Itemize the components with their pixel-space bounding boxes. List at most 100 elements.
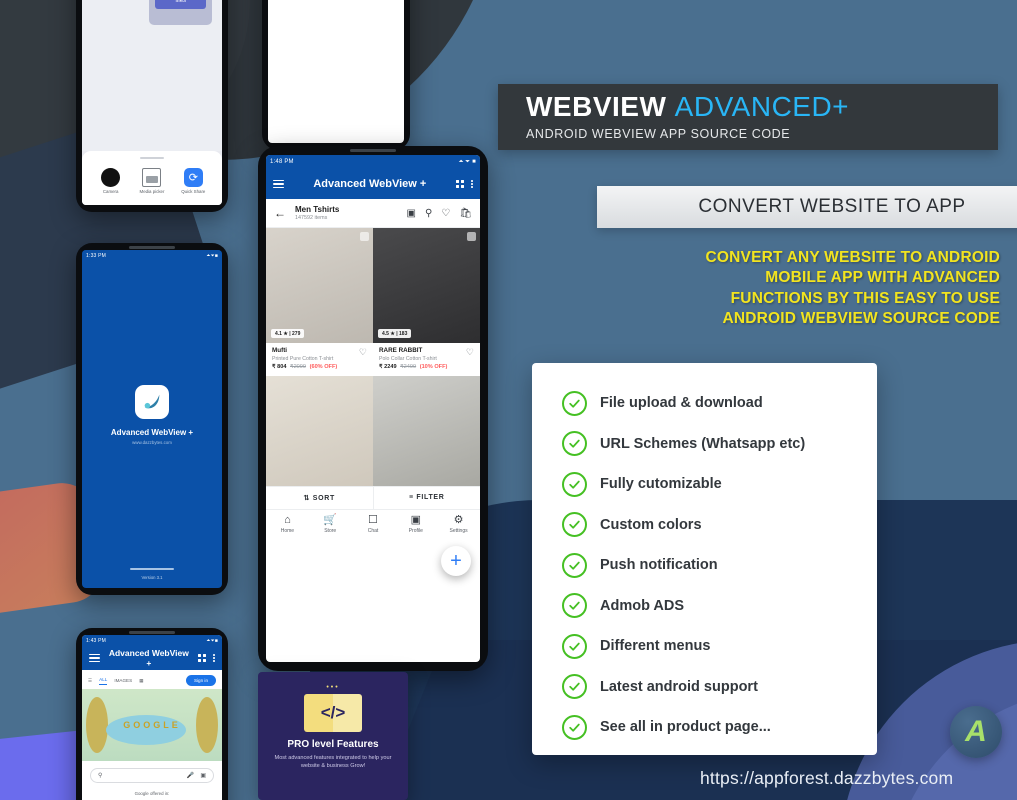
mic-icon[interactable]: 🎤	[187, 772, 194, 779]
product-info: ♡ Mufti Printed Pure Cotton T-shirt ₹ 80…	[266, 343, 373, 376]
promo-banner: Type here to Add files Camera Media pick…	[0, 0, 1017, 800]
search-icon[interactable]: ⚲	[425, 208, 432, 219]
file-source-quick-share[interactable]: ⟳ Quick Share	[175, 168, 211, 195]
open-with-sheet: Open with ✕ ✆ WhatsApp B WhatsApp Bus...	[268, 0, 404, 143]
leaf-decor-icon	[86, 697, 108, 753]
feature-item: See all in product page...	[562, 707, 877, 748]
status-icons: ⏶⏷■	[206, 637, 218, 644]
hamburger-icon[interactable]	[89, 652, 100, 664]
file-source-camera[interactable]: Camera	[93, 168, 129, 195]
overflow-menu-icon[interactable]	[213, 654, 215, 662]
filter-button[interactable]: ≡ FILTER	[374, 487, 481, 509]
feature-item: Different menus	[562, 626, 877, 667]
nav-item-profile[interactable]: ▣ Profile	[394, 514, 437, 534]
download-screen: Download Download ⬇ Open with ✕ ✆ WhatsA…	[268, 0, 404, 143]
check-circle-icon	[562, 633, 587, 659]
google-offered-in: Google offered in:	[134, 791, 170, 796]
rating-count: 183	[399, 330, 408, 337]
google-doodle[interactable]: GOOGLE	[82, 689, 222, 761]
feature-label: Custom colors	[600, 516, 702, 533]
product-image[interactable]: 4.1 ★ | 279	[266, 228, 373, 343]
image-badge-icon	[360, 232, 369, 241]
wishlist-icon[interactable]: ♡	[441, 208, 450, 219]
grid-menu-icon[interactable]	[455, 179, 465, 189]
feature-item: File upload & download	[562, 383, 877, 424]
phone-mockup-download: Download Download ⬇ Open with ✕ ✆ WhatsA…	[262, 0, 410, 150]
sheet-handle[interactable]	[140, 157, 164, 160]
doodle-letters: GOOGLE	[123, 720, 181, 730]
splash-app-url: www.dazzbytes.com	[132, 439, 172, 445]
phone-mockup-main: 1:48 PM ⏶ ⏷ ■ Advanced WebView + ← Men T…	[258, 146, 488, 671]
nav-item-home[interactable]: ⌂ Home	[266, 513, 309, 534]
website-url[interactable]: https://appforest.dazzbytes.com	[700, 768, 953, 789]
status-time: 1:43 PM	[86, 637, 107, 644]
tab-all[interactable]: ALL	[99, 677, 108, 685]
lens-icon[interactable]: ▣	[200, 772, 206, 779]
splash-screen: 1:33 PM ⏶⏷■ Advanced WebView + www.dazzb…	[82, 250, 222, 588]
product-subtitle: ANDROID WEBVIEW APP SOURCE CODE	[526, 127, 791, 141]
feature-item: URL Schemes (Whatsapp etc)	[562, 424, 877, 465]
grid-menu-icon[interactable]	[197, 653, 207, 663]
image-badge-icon	[467, 232, 476, 241]
file-source-media-picker[interactable]: Media picker	[134, 168, 170, 195]
app-bar: Advanced WebView +	[266, 169, 480, 199]
hamburger-icon[interactable]	[273, 178, 284, 190]
add-files-button[interactable]: Add files	[155, 0, 206, 9]
check-circle-icon	[562, 471, 587, 497]
sort-button[interactable]: ⇅ SORT	[266, 486, 374, 509]
wishlist-icon[interactable]: ♡	[359, 347, 367, 358]
file-source-sheet: Camera Media picker ⟳ Quick Share	[82, 151, 222, 205]
product-title-part1: WEBVIEW	[526, 91, 667, 122]
filter-label: FILTER	[416, 493, 445, 501]
headline-line: MOBILE APP WITH ADVANCED	[765, 269, 1000, 287]
product-price: ₹ 804	[272, 363, 287, 370]
phone-mockup-splash: 1:33 PM ⏶⏷■ Advanced WebView + www.dazzb…	[76, 243, 228, 595]
pro-dots: •••	[326, 684, 340, 691]
pro-features-card: ••• </> PRO level Features Most advanced…	[258, 672, 408, 800]
brand-badge-icon: A	[950, 706, 1002, 758]
quick-share-icon: ⟳	[183, 168, 203, 188]
check-circle-icon	[562, 714, 587, 740]
rating-count: 279	[292, 330, 301, 337]
headline-line: ANDROID WEBVIEW SOURCE CODE	[722, 310, 1000, 328]
google-menu-icon[interactable]: ☰	[88, 678, 92, 684]
splash-version: Version 3.1	[141, 575, 163, 580]
overflow-menu-icon[interactable]	[471, 180, 473, 188]
nav-item-settings[interactable]: ⚙ Settings	[437, 514, 480, 534]
feature-item: Latest android support	[562, 667, 877, 708]
rating-value: 4.1	[275, 330, 282, 337]
feature-list-card: File upload & download URL Schemes (What…	[532, 363, 877, 755]
search-actions: 🎤 ▣	[187, 772, 206, 779]
feature-label: Latest android support	[600, 678, 758, 695]
feature-label: See all in product page...	[600, 719, 771, 736]
nav-label: Profile	[408, 527, 423, 534]
back-arrow-icon[interactable]: ←	[274, 206, 286, 220]
search-input[interactable]: ⚲ 🎤 ▣	[90, 768, 214, 783]
nav-item-store[interactable]: 🛒 Store	[309, 514, 352, 534]
wishlist-icon[interactable]: ♡	[466, 347, 474, 358]
headline-copy: CONVERT ANY WEBSITE TO ANDROID MOBILE AP…	[600, 248, 1000, 330]
nav-item-chat[interactable]: ☐ Chat	[352, 514, 395, 534]
check-circle-icon	[562, 593, 587, 619]
headline-line: FUNCTIONS BY THIS EASY TO USE	[730, 289, 1000, 307]
drop-zone[interactable]: Type here to Add files	[149, 0, 212, 25]
product-image[interactable]	[373, 375, 480, 486]
status-time: 1:33 PM	[86, 252, 107, 259]
file-source-list: Camera Media picker ⟳ Quick Share	[82, 168, 222, 195]
tab-images[interactable]: IMAGES	[114, 678, 132, 683]
apps-grid-icon[interactable]: ▦	[139, 678, 143, 684]
product-price-row: ₹ 804 ₹2099 (60% OFF)	[272, 364, 367, 370]
bag-icon[interactable]: 🛍	[459, 208, 472, 219]
product-image[interactable]	[266, 375, 373, 486]
product-image[interactable]: 4.5 ★ | 183	[373, 228, 480, 343]
home-icon: ⌂	[284, 513, 291, 526]
status-bar: 1:43 PM ⏶⏷■	[82, 635, 222, 646]
status-icons: ⏶⏷■	[206, 252, 218, 259]
product-mrp: ₹2499	[400, 363, 417, 370]
scan-icon[interactable]: ▣	[407, 208, 416, 219]
product-info: ♡ RARE RABBIT Polo Collar Cotton T-shirt…	[373, 343, 480, 376]
product-discount: (10% OFF)	[419, 363, 448, 370]
pro-card-title: PRO level Features	[287, 739, 379, 750]
add-fab-button[interactable]: +	[441, 546, 471, 576]
sign-in-button[interactable]: Sign in	[185, 675, 216, 686]
